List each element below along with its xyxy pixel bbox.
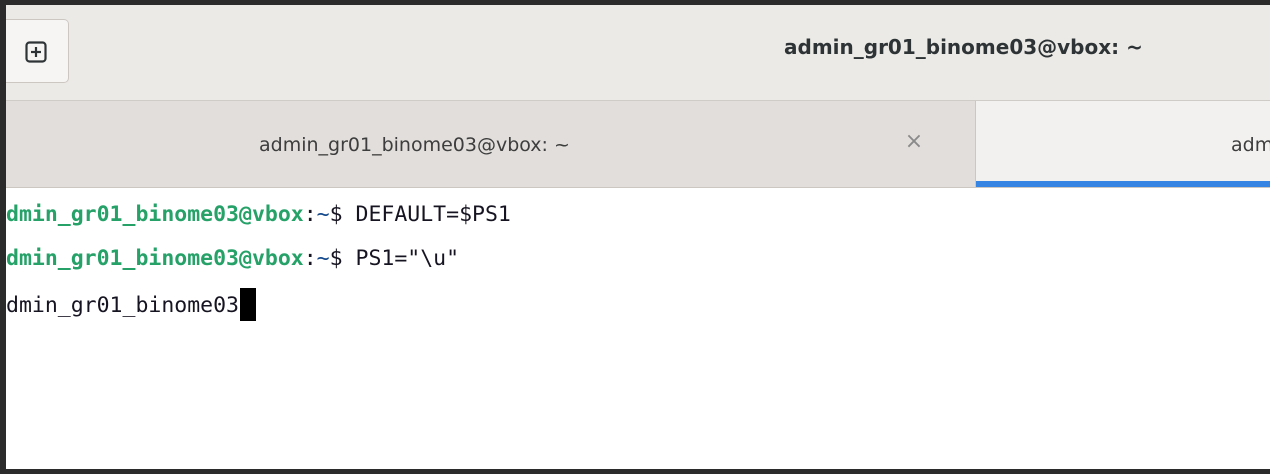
close-tab-icon[interactable]: × — [902, 130, 926, 154]
prompt-symbol: $ — [329, 246, 356, 271]
prompt-path: ~ — [316, 246, 330, 271]
prompt-user-host: dmin_gr01_binome03@vbox — [6, 202, 304, 227]
active-tab-indicator — [976, 181, 1270, 187]
terminal-output[interactable]: dmin_gr01_binome03@vbox:~$ DEFAULT=$PS1 … — [6, 188, 1270, 469]
prompt-text: dmin_gr01_binome03 — [6, 293, 239, 318]
text-cursor — [240, 288, 256, 321]
prompt-separator: : — [303, 202, 317, 227]
window-title: admin_gr01_binome03@vbox: ~ — [784, 35, 1143, 59]
command-text: PS1="\u" — [355, 246, 460, 271]
prompt-path: ~ — [316, 202, 330, 227]
tab-bar: admin_gr01_binome03@vbox: ~ × admin_gr01… — [6, 101, 1270, 188]
tab-terminal-1[interactable]: admin_gr01_binome03@vbox: ~ × — [6, 101, 976, 187]
terminal-line: dmin_gr01_binome03@vbox:~$ DEFAULT=$PS1 — [6, 200, 511, 230]
terminal-line: dmin_gr01_binome03@vbox:~$ PS1="\u" — [6, 244, 459, 274]
terminal-window: admin_gr01_binome03@vbox: ~ admin_gr01_b… — [6, 5, 1270, 469]
prompt-separator: : — [303, 246, 317, 271]
header-bar: admin_gr01_binome03@vbox: ~ — [6, 5, 1270, 101]
tab-terminal-2[interactable]: admin_gr01_binome03@vbox: ~ — [976, 101, 1270, 187]
prompt-user-host: dmin_gr01_binome03@vbox — [6, 246, 304, 271]
tab-label: admin_gr01_binome03@vbox: ~ — [1231, 134, 1270, 156]
command-text: DEFAULT=$PS1 — [355, 202, 511, 227]
new-tab-plus-icon — [25, 41, 47, 63]
terminal-line: dmin_gr01_binome03 — [6, 288, 256, 321]
new-tab-button[interactable] — [6, 19, 69, 83]
prompt-symbol: $ — [329, 202, 356, 227]
tab-label: admin_gr01_binome03@vbox: ~ — [259, 134, 570, 156]
